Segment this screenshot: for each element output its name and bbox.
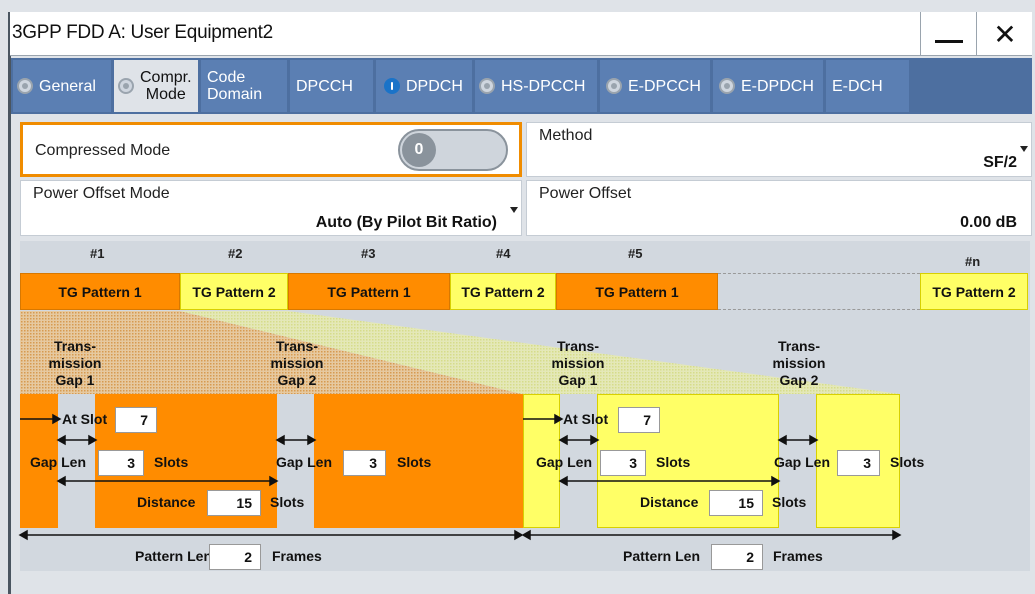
pattern-len-label: Pattern Len — [135, 548, 213, 564]
distance-label: Distance — [137, 494, 196, 510]
slots-label: Slots — [772, 494, 807, 510]
p1-distance-input[interactable]: 15 — [207, 490, 261, 516]
at-slot-label: At Slot — [563, 411, 609, 427]
gap-len-label: Gap Len — [276, 454, 333, 470]
gap-len-label: Gap Len — [774, 454, 831, 470]
p2-gap1-len-input[interactable]: 3 — [600, 450, 646, 476]
p1-pattern-len-input[interactable]: 2 — [209, 544, 261, 570]
slots-label: Slots — [656, 454, 691, 470]
pattern-len-label: Pattern Len — [623, 548, 701, 564]
gap-len-label: Gap Len — [30, 454, 87, 470]
distance-label: Distance — [640, 494, 699, 510]
p2-at-slot-input[interactable]: 7 — [618, 407, 660, 433]
p2-pattern-len-input[interactable]: 2 — [711, 544, 763, 570]
p1-gap2-len-input[interactable]: 3 — [343, 450, 386, 476]
p1-at-slot-input[interactable]: 7 — [115, 407, 157, 433]
slots-label: Slots — [397, 454, 432, 470]
at-slot-label: At Slot — [62, 411, 108, 427]
slots-label: Slots — [890, 454, 925, 470]
p1-gap1-len-input[interactable]: 3 — [98, 450, 144, 476]
slots-label: Slots — [154, 454, 189, 470]
gap-len-label: Gap Len — [536, 454, 593, 470]
p2-distance-input[interactable]: 15 — [709, 490, 763, 516]
frames-label: Frames — [272, 548, 322, 564]
p2-gap2-len-input[interactable]: 3 — [837, 450, 880, 476]
dialog-window: 3GPP FDD A: User Equipment2 ✕ General Co… — [0, 0, 1035, 594]
slots-label: Slots — [270, 494, 305, 510]
frames-label: Frames — [773, 548, 823, 564]
